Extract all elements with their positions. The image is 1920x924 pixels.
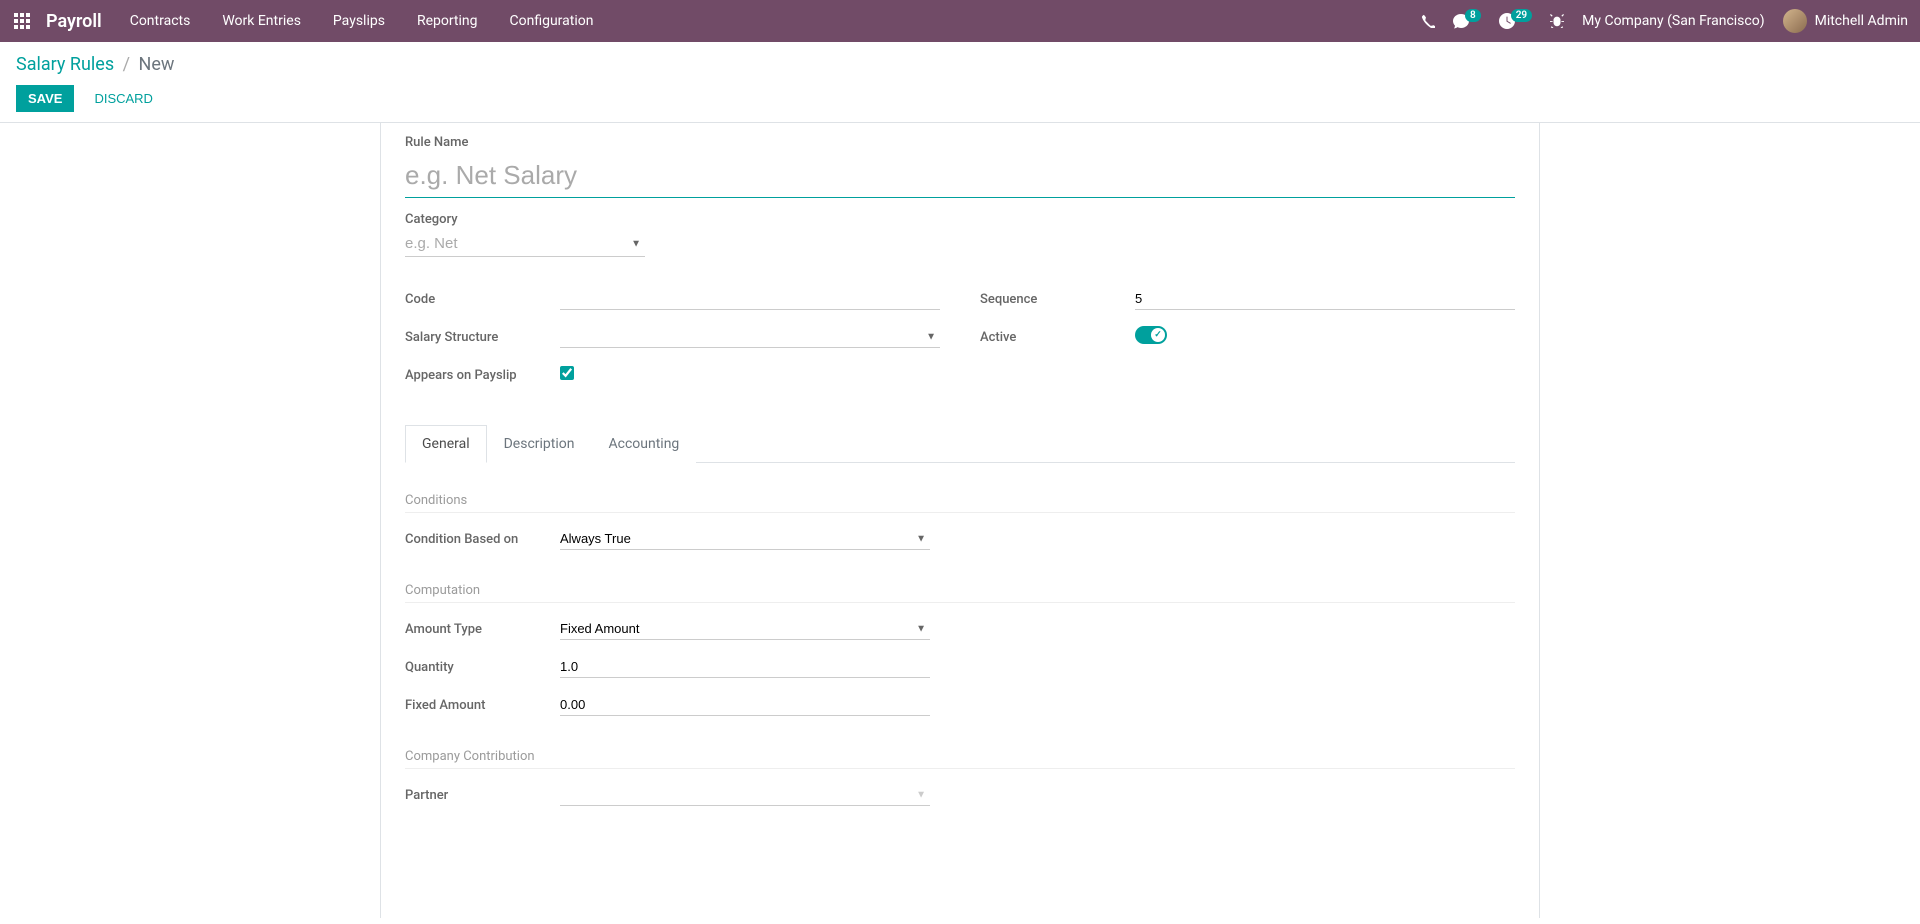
code-label: Code (405, 292, 560, 307)
category-input[interactable] (405, 231, 645, 257)
avatar (1783, 9, 1807, 33)
condition-based-on-label: Condition Based on (405, 532, 560, 547)
fixed-amount-label: Fixed Amount (405, 698, 560, 713)
nav-configuration[interactable]: Configuration (510, 13, 594, 29)
tab-accounting[interactable]: Accounting (591, 425, 696, 463)
messages-icon[interactable]: 8 (1453, 13, 1481, 29)
section-title-conditions: Conditions (405, 493, 1515, 513)
tab-description[interactable]: Description (487, 425, 592, 463)
user-name: Mitchell Admin (1815, 13, 1908, 29)
category-label: Category (405, 212, 458, 227)
user-menu[interactable]: Mitchell Admin (1783, 9, 1908, 33)
apps-icon[interactable] (12, 11, 32, 31)
breadcrumb: Salary Rules / New (16, 54, 1904, 75)
condition-based-on-field: Condition Based on ▼ (405, 525, 1515, 553)
breadcrumb-separator: / (123, 54, 130, 75)
section-company-contribution: Company Contribution Partner ▼ (405, 749, 1515, 809)
active-label: Active (980, 330, 1135, 345)
nav-right: 8 29 My Company (San Francisco) Mitchell… (1421, 9, 1908, 33)
section-conditions: Conditions Condition Based on ▼ (405, 493, 1515, 553)
nav-menu: Contracts Work Entries Payslips Reportin… (130, 13, 594, 29)
left-column: Code Salary Structure ▼ Appears on Paysl… (405, 285, 940, 399)
salary-structure-field: Salary Structure ▼ (405, 323, 940, 351)
partner-input[interactable] (560, 784, 930, 806)
nav-reporting[interactable]: Reporting (417, 13, 478, 29)
code-field: Code (405, 285, 940, 313)
right-column: Sequence Active ✓ (980, 285, 1515, 399)
salary-structure-input[interactable] (560, 326, 940, 348)
section-title-computation: Computation (405, 583, 1515, 603)
condition-based-on-input[interactable] (560, 528, 930, 550)
sequence-label: Sequence (980, 292, 1135, 307)
messages-badge: 8 (1465, 9, 1481, 22)
form-sheet: Rule Name Category ▼ Code Salary Structu… (380, 123, 1540, 918)
save-button[interactable]: SAVE (16, 85, 74, 112)
sequence-field: Sequence (980, 285, 1515, 313)
amount-type-input[interactable] (560, 618, 930, 640)
active-field: Active ✓ (980, 323, 1515, 351)
discard-button[interactable]: DISCARD (84, 85, 163, 112)
activities-badge: 29 (1511, 9, 1532, 22)
top-navbar: Payroll Contracts Work Entries Payslips … (0, 0, 1920, 42)
appears-on-payslip-label: Appears on Payslip (405, 368, 560, 383)
control-panel: Salary Rules / New SAVE DISCARD (0, 42, 1920, 123)
phone-icon[interactable] (1421, 14, 1435, 28)
rule-name-label: Rule Name (405, 135, 1515, 150)
tab-content-general: Conditions Condition Based on ▼ Computat… (405, 493, 1515, 809)
breadcrumb-parent[interactable]: Salary Rules (16, 54, 114, 75)
section-computation: Computation Amount Type ▼ Quantity Fixed… (405, 583, 1515, 719)
fixed-amount-input[interactable] (560, 694, 930, 716)
tab-general[interactable]: General (405, 425, 487, 463)
rule-name-input[interactable] (405, 156, 1515, 198)
company-selector[interactable]: My Company (San Francisco) (1582, 13, 1764, 29)
code-input[interactable] (560, 288, 940, 310)
sequence-input[interactable] (1135, 288, 1515, 310)
quantity-field: Quantity (405, 653, 1515, 681)
breadcrumb-current: New (139, 54, 175, 75)
section-title-company-contribution: Company Contribution (405, 749, 1515, 769)
active-toggle[interactable]: ✓ (1135, 326, 1167, 344)
nav-contracts[interactable]: Contracts (130, 13, 191, 29)
nav-payslips[interactable]: Payslips (333, 13, 385, 29)
form-columns: Code Salary Structure ▼ Appears on Paysl… (405, 285, 1515, 399)
app-brand[interactable]: Payroll (46, 11, 102, 32)
category-field: Category ▼ (405, 212, 1515, 257)
debug-icon[interactable] (1550, 14, 1564, 28)
main-content: Rule Name Category ▼ Code Salary Structu… (0, 123, 1920, 918)
appears-on-payslip-field: Appears on Payslip (405, 361, 940, 389)
salary-structure-label: Salary Structure (405, 330, 560, 345)
tabs: General Description Accounting (405, 425, 1515, 463)
quantity-label: Quantity (405, 660, 560, 675)
partner-label: Partner (405, 788, 560, 803)
partner-field: Partner ▼ (405, 781, 1515, 809)
appears-on-payslip-checkbox[interactable] (560, 366, 574, 380)
action-buttons: SAVE DISCARD (16, 85, 1904, 112)
quantity-input[interactable] (560, 656, 930, 678)
check-icon: ✓ (1151, 328, 1165, 342)
amount-type-field: Amount Type ▼ (405, 615, 1515, 643)
nav-work-entries[interactable]: Work Entries (222, 13, 301, 29)
fixed-amount-field: Fixed Amount (405, 691, 1515, 719)
amount-type-label: Amount Type (405, 622, 560, 637)
activities-icon[interactable]: 29 (1499, 13, 1532, 29)
